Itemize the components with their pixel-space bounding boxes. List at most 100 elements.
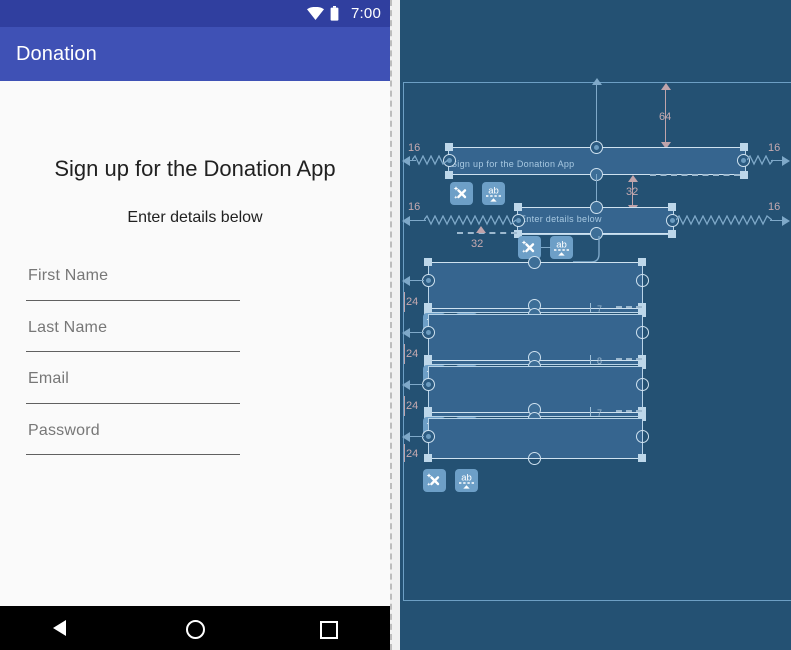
margin-field1-line (404, 292, 406, 312)
subhead-left-spring (424, 215, 516, 226)
wifi-icon (307, 7, 324, 20)
headline-handle-top[interactable] (590, 141, 603, 154)
status-bar-icons: 7:00 (307, 6, 381, 21)
field3-baseline-tick (590, 407, 592, 416)
field-last-name-label: Last Name (28, 318, 108, 336)
margin-field1-top-label: 24 (406, 296, 419, 308)
field1-baseline-tick (590, 303, 592, 312)
field2-baseline-tick (590, 355, 592, 364)
status-bar-time: 7:00 (351, 5, 381, 22)
home-icon[interactable] (186, 620, 205, 639)
baseline-ab-icon[interactable]: ab (550, 236, 573, 259)
subhead-anchor-top-right[interactable] (668, 203, 676, 211)
margin-subhead-top-label: 32 (626, 186, 639, 198)
clear-constraints-icon[interactable] (518, 236, 541, 259)
field3-left-margin-line (408, 384, 424, 386)
field4-left-margin-line (408, 436, 424, 438)
android-navigation-bar (0, 606, 390, 650)
subhead-left-margin-arrow (402, 216, 410, 226)
field-email[interactable]: Email (26, 369, 240, 421)
form-fields: First Name Last Name Email Password (26, 266, 240, 472)
margin-subhead-right-label: 16 (768, 201, 781, 213)
field2-baseline-dashed (616, 358, 642, 360)
blueprint-widget-subhead-text: Enter details below (520, 214, 602, 224)
margin-headline-top-label: 64 (659, 111, 672, 123)
blueprint-constraint-view[interactable]: 64 Sign up for the Donation App 16 16 ab… (400, 0, 791, 650)
baseline-ab-icon[interactable]: ab (455, 469, 478, 492)
field-email-label: Email (28, 370, 70, 387)
field-last-name[interactable]: Last Name (26, 318, 240, 370)
field3-handle-right[interactable] (636, 378, 649, 391)
android-status-bar: 7:00 (0, 0, 390, 27)
headline-left-spring (412, 155, 448, 166)
headline-anchor-top-left[interactable] (445, 143, 453, 151)
panel-divider (390, 0, 400, 650)
svg-text:ab: ab (488, 186, 499, 197)
field1-handle-top[interactable] (528, 256, 541, 269)
headline-anchor-top-right[interactable] (740, 143, 748, 151)
headline-right-margin-arrow (782, 156, 790, 166)
margin-field4-line (404, 444, 406, 462)
recents-icon[interactable] (320, 621, 338, 639)
field4-left-margin-arrow (402, 432, 410, 442)
field-last-name-underline (26, 351, 240, 352)
margin-field3-line (404, 396, 406, 416)
subhead-right-margin-arrow (782, 216, 790, 226)
subhead-text: Enter details below (127, 209, 263, 226)
clear-constraints-icon[interactable] (450, 182, 473, 205)
clear-constraints-icon[interactable] (423, 469, 446, 492)
field2-left-margin-line (408, 332, 424, 334)
margin-headline-left-label: 16 (408, 142, 421, 154)
app-bar-title: Donation (16, 43, 97, 65)
ide-layout-editor: 7:00 Donation Sign up for the Donation A… (0, 0, 791, 650)
app-bar: Donation (0, 27, 390, 81)
field1-left-margin-line (408, 280, 424, 282)
headline-top-constraint-line (596, 82, 598, 148)
subhead-left-margin-line (408, 220, 426, 222)
device-preview: 7:00 Donation Sign up for the Donation A… (0, 0, 390, 650)
field-first-name-underline (26, 299, 240, 301)
field4-anchor-bottom-right[interactable] (638, 454, 646, 462)
field1-baseline-dashed (616, 306, 642, 308)
margin-field4-top-label: 24 (406, 448, 419, 460)
field-first-name[interactable]: First Name (26, 266, 240, 318)
field1-left-margin-arrow (402, 276, 410, 286)
subhead-to-field-connector (573, 236, 600, 263)
headline-left-margin-arrow (402, 156, 410, 166)
headline-text: Sign up for the Donation App (54, 156, 336, 181)
headline-anchor-bottom-right[interactable] (740, 171, 748, 179)
field-password-label: Password (28, 421, 100, 439)
subhead-anchor-bottom-right[interactable] (668, 230, 676, 238)
blueprint-widget-headline-text: Sign up for the Donation App (451, 159, 575, 169)
field-password[interactable]: Password (26, 421, 240, 473)
svg-text:ab: ab (461, 473, 472, 484)
subhead-anchor-top-left[interactable] (514, 203, 522, 211)
headline-right-spring (747, 155, 773, 166)
field2-left-margin-arrow (402, 328, 410, 338)
svg-text:ab: ab (556, 240, 567, 251)
field-email-underline (26, 402, 240, 404)
margin-subhead-left-label: 16 (408, 201, 421, 213)
field1-anchor-top-left[interactable] (424, 258, 432, 266)
baseline-value-email: 8 (597, 356, 603, 366)
field4-anchor-bottom-left[interactable] (424, 454, 432, 462)
baseline-value-last-name: 7 (597, 304, 603, 314)
field4-handle-bottom[interactable] (528, 452, 541, 465)
screen-content: Sign up for the Donation App Enter detai… (0, 81, 390, 606)
field-first-name-label: First Name (28, 267, 109, 284)
field2-handle-right[interactable] (636, 326, 649, 339)
baseline-ab-icon[interactable]: ab (482, 182, 505, 205)
headline-baseline-dashed (650, 174, 740, 176)
panel-divider-dashed-line (390, 0, 392, 650)
field1-handle-right[interactable] (636, 274, 649, 287)
headline-anchor-bottom-left[interactable] (445, 171, 453, 179)
back-icon[interactable] (53, 620, 66, 636)
margin-headline-top-arrow-up (661, 83, 671, 90)
margin-field3-top-label: 24 (406, 400, 419, 412)
field1-anchor-top-right[interactable] (638, 258, 646, 266)
headline-top-constraint-arrow (592, 78, 602, 85)
field4-handle-right[interactable] (636, 430, 649, 443)
battery-icon (330, 6, 339, 21)
margin-subhead-bottom-label: 32 (471, 238, 484, 250)
subhead-handle-top[interactable] (590, 201, 603, 214)
